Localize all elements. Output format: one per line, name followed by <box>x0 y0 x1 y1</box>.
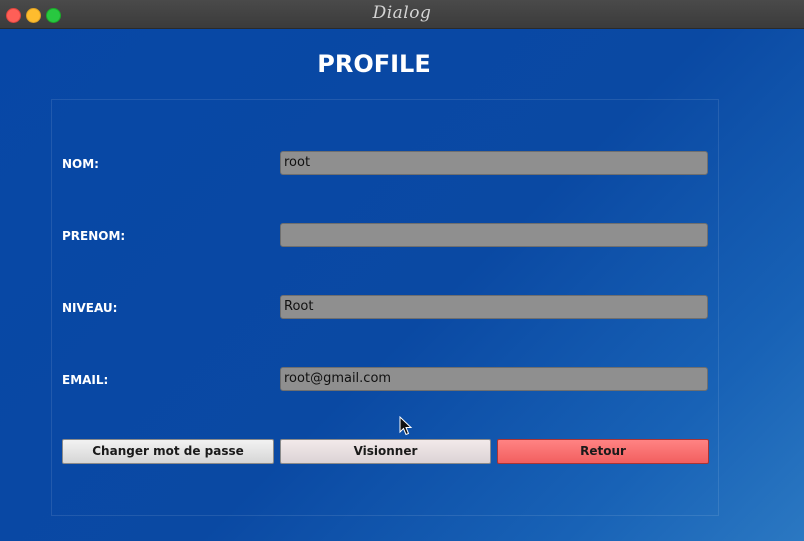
niveau-field[interactable]: Root <box>280 295 708 319</box>
dialog-window: Dialog PROFILE NOM: root PRENOM: NIVEAU:… <box>0 0 804 541</box>
prenom-label: PRENOM: <box>62 229 126 243</box>
nom-label: NOM: <box>62 157 99 171</box>
view-button[interactable]: Visionner <box>280 439 491 464</box>
nom-field[interactable]: root <box>280 151 708 175</box>
email-field[interactable]: root@gmail.com <box>280 367 708 391</box>
mouse-cursor-icon <box>399 416 413 436</box>
email-label: EMAIL: <box>62 373 109 387</box>
prenom-field[interactable] <box>280 223 708 247</box>
change-password-button[interactable]: Changer mot de passe <box>62 439 274 464</box>
window-title: Dialog <box>372 3 432 23</box>
page-title: PROFILE <box>317 50 431 78</box>
niveau-label: NIVEAU: <box>62 301 118 315</box>
back-button[interactable]: Retour <box>497 439 709 464</box>
title-bar[interactable]: Dialog <box>0 0 804 29</box>
